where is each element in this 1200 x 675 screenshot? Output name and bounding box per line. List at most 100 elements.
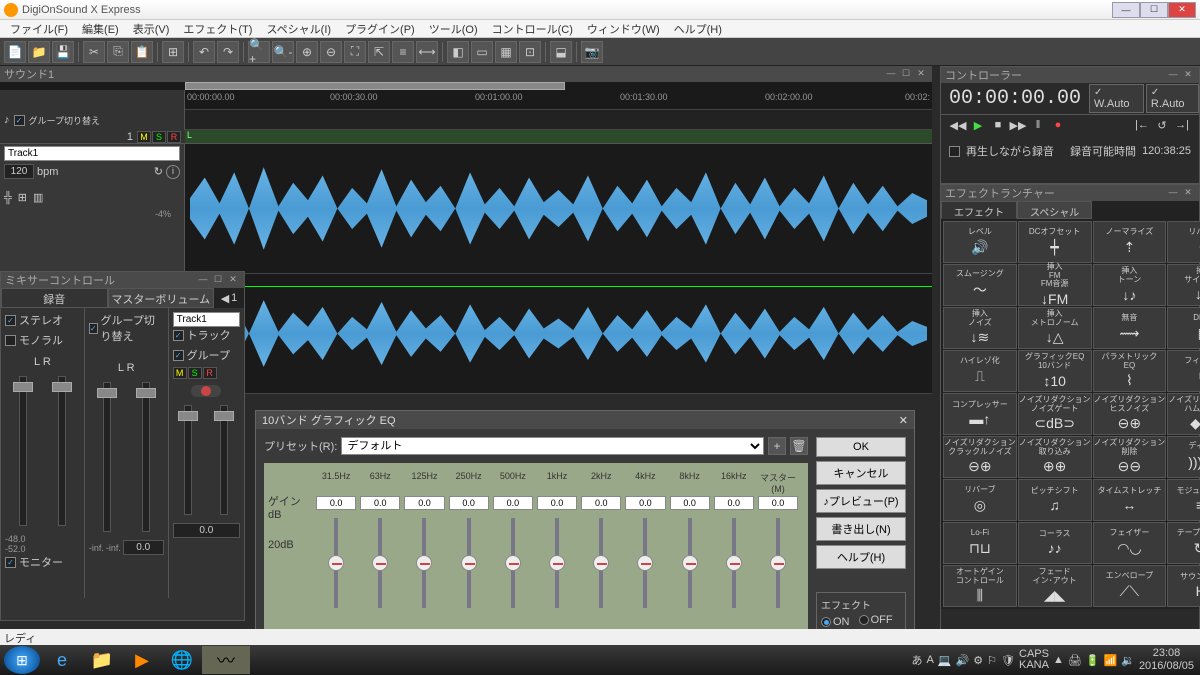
effect-挿入 サイレンス[interactable]: 挿入 サイレンス↓⊘	[1167, 264, 1200, 306]
effect-挿入 ノイズ[interactable]: 挿入 ノイズ↓≋	[943, 307, 1017, 349]
help-button[interactable]: ヘルプ(H)	[816, 545, 906, 569]
group-check2[interactable]: ✓	[173, 350, 184, 361]
effect-ハイレゾ化[interactable]: ハイレゾ化⎍	[943, 350, 1017, 392]
loop-start-icon[interactable]: |←	[1133, 119, 1151, 135]
effect-off-radio[interactable]: OFF	[859, 614, 893, 626]
rec-fader-l[interactable]	[13, 382, 33, 392]
tray-speaker-icon[interactable]: 🔉	[1121, 654, 1135, 667]
eq-band-input[interactable]	[316, 496, 356, 510]
refresh-icon[interactable]: ↻	[154, 165, 163, 178]
eq-icon[interactable]: ⊞	[18, 191, 27, 204]
eq-master-input[interactable]	[758, 496, 798, 510]
eq-close-icon[interactable]: ✕	[899, 414, 908, 427]
waveform-left[interactable]: -4%	[185, 144, 932, 274]
launcher-close-icon[interactable]: ✕	[1181, 187, 1195, 199]
effect-コンプレッサー[interactable]: コンプレッサー▬↑	[943, 393, 1017, 435]
explorer-icon[interactable]: 📁	[82, 646, 122, 674]
group-switch-check[interactable]: ✓	[89, 323, 98, 334]
effect-ピッチシフト[interactable]: ピッチシフト♫	[1018, 479, 1092, 521]
tray-up-icon[interactable]: ▲	[1053, 654, 1064, 666]
effect-パラメトリック EQ[interactable]: パラメトリック EQ⌇	[1093, 350, 1167, 392]
eq-band-input[interactable]	[537, 496, 577, 510]
menu-special[interactable]: スペシャル(I)	[260, 20, 337, 38]
ctrl-close-icon[interactable]: ✕	[1181, 69, 1195, 81]
mixer-mute[interactable]: M	[173, 367, 187, 379]
export-button[interactable]: 書き出し(N)	[816, 517, 906, 541]
effect-ノイズリダクション ヒスノイズ[interactable]: ノイズリダクション ヒスノイズ⊖⊕	[1093, 393, 1167, 435]
mixer-close-icon[interactable]: ✕	[226, 274, 240, 286]
mixdown-icon[interactable]: ⊞	[162, 41, 184, 63]
track-name-field[interactable]: Track1	[4, 146, 180, 161]
rec-arm-button[interactable]: R	[167, 131, 181, 143]
eq-band-slider[interactable]	[416, 555, 432, 571]
effect-フェイザー[interactable]: フェイザー◠◡	[1093, 522, 1167, 564]
new-icon[interactable]: 📄	[4, 41, 26, 63]
effect-ノイズリダクション 取り込み[interactable]: ノイズリダクション 取り込み⊕⊕	[1018, 436, 1092, 478]
panel-max-icon[interactable]: ☐	[899, 68, 913, 80]
launcher-min-icon[interactable]: —	[1166, 187, 1180, 199]
tab-record[interactable]: 録音	[1, 288, 108, 308]
eq-band-input[interactable]	[493, 496, 533, 510]
effect-Lo-Fi[interactable]: Lo-Fi⊓⊔	[943, 522, 1017, 564]
loop-end-icon[interactable]: →|	[1173, 119, 1191, 135]
play-icon[interactable]: ▶	[969, 119, 987, 135]
menu-tool[interactable]: ツール(O)	[423, 20, 484, 38]
overview-thumb[interactable]	[185, 82, 565, 90]
mixer-trackname[interactable]: Track1	[173, 312, 240, 327]
wauto-button[interactable]: ✓ W.Auto	[1089, 84, 1144, 113]
effect-挿入 トーン[interactable]: 挿入 トーン↓♪	[1093, 264, 1167, 306]
effect-フェード イン･アウト[interactable]: フェード イン･アウト◢◣	[1018, 565, 1092, 607]
menu-effect[interactable]: エフェクト(T)	[177, 20, 258, 38]
panel-min-icon[interactable]: —	[884, 68, 898, 80]
tray-ime-icon[interactable]: あ	[912, 652, 923, 668]
eq-master-slider[interactable]	[770, 555, 786, 571]
app-taskbar-icon[interactable]: 〰	[202, 646, 250, 674]
eq-band-slider[interactable]	[682, 555, 698, 571]
effect-エンベロープ[interactable]: エンベロープ⟋⟍	[1093, 565, 1167, 607]
master-fader-r[interactable]	[136, 388, 156, 398]
tray-flag-icon[interactable]: ⚐	[987, 654, 997, 667]
eq-band-slider[interactable]	[505, 555, 521, 571]
effect-無音[interactable]: 無音⟿	[1093, 307, 1167, 349]
eq-band-input[interactable]	[625, 496, 665, 510]
media-icon[interactable]: ▶	[122, 646, 162, 674]
bpm-input[interactable]	[4, 164, 34, 179]
waveform-right[interactable]	[185, 274, 932, 394]
effect-DHFX[interactable]: DHFX▦	[1167, 307, 1200, 349]
eq-band-slider[interactable]	[328, 555, 344, 571]
effect-リバーブ[interactable]: リバーブ◎	[943, 479, 1017, 521]
tool-a-icon[interactable]: ≡	[392, 41, 414, 63]
effect-コーラス[interactable]: コーラス♪♪	[1018, 522, 1092, 564]
stereo-check[interactable]: ✓	[5, 315, 16, 326]
effect-挿入 メトロノーム[interactable]: 挿入 メトロノーム↓△	[1018, 307, 1092, 349]
menu-help[interactable]: ヘルプ(H)	[668, 20, 728, 38]
effect-ノイズリダクション クラックルノイズ[interactable]: ノイズリダクション クラックルノイズ⊖⊕	[943, 436, 1017, 478]
effect-モジュレーター[interactable]: モジュレーター≡≡	[1167, 479, 1200, 521]
effect-挿入 FM FM音源[interactable]: 挿入 FM FM音源↓FM	[1018, 264, 1092, 306]
eq-band-slider[interactable]	[593, 555, 609, 571]
menu-control[interactable]: コントロール(C)	[486, 20, 579, 38]
stop-icon[interactable]: ■	[989, 119, 1007, 135]
tab-special[interactable]: スペシャル	[1017, 201, 1092, 219]
eq-band-slider[interactable]	[372, 555, 388, 571]
zoomfit-icon[interactable]: ⇱	[368, 41, 390, 63]
eq-band-input[interactable]	[670, 496, 710, 510]
effect-DCオフセット[interactable]: DCオフセット┿	[1018, 221, 1092, 263]
eq-band-slider[interactable]	[549, 555, 565, 571]
tray-wifi-icon[interactable]: 📶	[1104, 654, 1118, 667]
mixer-rec[interactable]: R	[203, 367, 217, 379]
tool-b-icon[interactable]: ⟷	[416, 41, 438, 63]
ie-icon[interactable]: e	[42, 646, 82, 674]
effect-ディレイ[interactable]: ディレイ))) ･･	[1167, 436, 1200, 478]
tray-printer-icon[interactable]: 🖨	[1068, 654, 1082, 667]
rec-fader-r[interactable]	[52, 382, 72, 392]
tab-master[interactable]: マスターボリューム	[108, 288, 215, 308]
camera-icon[interactable]: 📷	[581, 41, 603, 63]
preset-del-icon[interactable]: 🗑	[790, 437, 808, 455]
preset-add-icon[interactable]: +	[768, 437, 786, 455]
eq-band-input[interactable]	[404, 496, 444, 510]
preview-button[interactable]: ♪プレビュー(P)	[816, 489, 906, 513]
mixer-icon[interactable]: ╬	[4, 192, 12, 204]
pan-slider[interactable]	[191, 385, 221, 397]
zoomv-in-icon[interactable]: ⊕	[296, 41, 318, 63]
